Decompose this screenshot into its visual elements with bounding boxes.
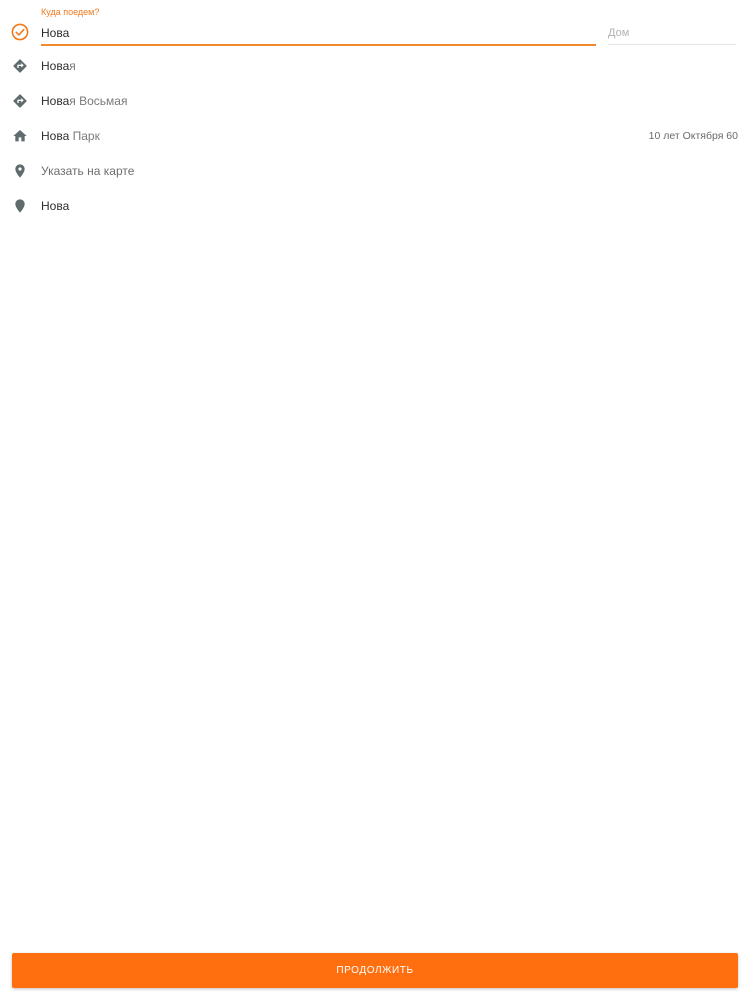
destination-search: Куда поедем? [0, 0, 750, 50]
destination-input[interactable] [41, 22, 596, 46]
suggestion-item[interactable]: Новая Восьмая [0, 83, 750, 118]
map-pin-icon [15, 199, 25, 213]
suggestion-text: Новая Восьмая [41, 94, 128, 108]
suggestion-item[interactable]: Нова Парк 10 лет Октября 60 [0, 118, 750, 153]
check-circle-icon [11, 23, 29, 41]
suggestion-item[interactable]: Нова [0, 188, 750, 223]
directions-icon [13, 59, 27, 73]
house-number-input[interactable] [608, 22, 736, 45]
directions-icon [13, 94, 27, 108]
map-pin-icon [15, 164, 25, 178]
pick-on-map-item[interactable]: Указать на карте [0, 153, 750, 188]
suggestion-text: Новая [41, 59, 76, 73]
suggestion-text: Нова Парк [41, 129, 100, 143]
suggestion-list: Новая Новая Восьмая Нова Парк 10 лет Окт… [0, 48, 750, 223]
continue-button[interactable]: ПРОДОЛЖИТЬ [12, 953, 738, 988]
suggestion-text: Нова [41, 199, 70, 213]
destination-label: Куда поедем? [41, 7, 100, 17]
suggestion-address: 10 лет Октября 60 [648, 130, 738, 142]
suggestion-item[interactable]: Новая [0, 48, 750, 83]
home-icon [13, 130, 27, 142]
suggestion-text: Указать на карте [41, 164, 135, 178]
